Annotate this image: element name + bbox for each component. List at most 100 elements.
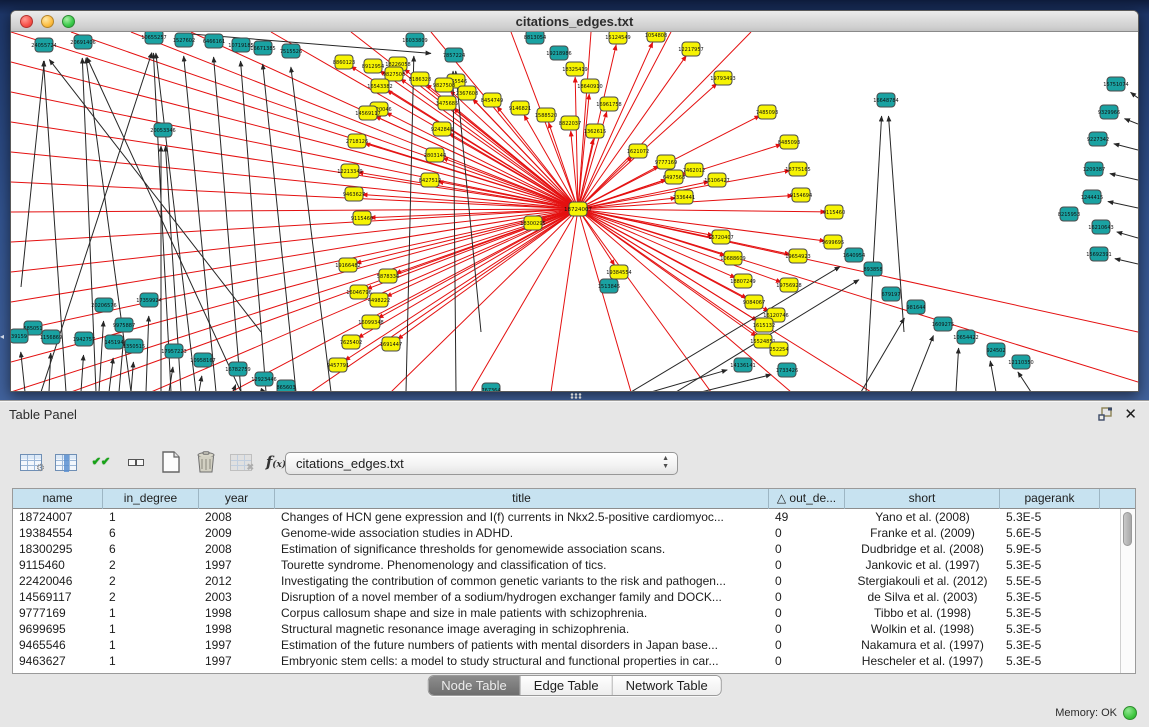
graph-node-label: 5878334 bbox=[377, 274, 399, 280]
cell-short: Tibbo et al. (1998) bbox=[845, 605, 1000, 621]
cell-in_degree: 6 bbox=[103, 525, 199, 541]
table-source-value: citations_edges.txt bbox=[296, 456, 404, 471]
graph-node-label: 3475685 bbox=[436, 101, 458, 107]
citation-edge-black bbox=[911, 336, 933, 392]
table-row[interactable]: 1872400712008Changes of HCN gene express… bbox=[13, 509, 1135, 525]
column-header-in_degree[interactable]: in_degree bbox=[103, 489, 199, 509]
rows-icon[interactable] bbox=[121, 448, 151, 476]
cell-short: Wolkin et al. (1998) bbox=[845, 621, 1000, 637]
graph-node-label: 16210643 bbox=[1088, 225, 1113, 231]
graph-node-label: 9146821 bbox=[509, 106, 531, 112]
citation-edge-black bbox=[199, 376, 202, 392]
network-graph[interactable]: 2405572420691406106552571527602646616110… bbox=[11, 32, 1138, 392]
panel-splitter-handle[interactable] bbox=[570, 393, 582, 399]
table-row[interactable]: 969969511998Structural magnetic resonanc… bbox=[13, 621, 1135, 637]
graph-node-label: 9975887 bbox=[113, 323, 135, 329]
column-header-out_degree[interactable]: △ out_de... bbox=[769, 489, 845, 509]
graph-node-label: 7857224 bbox=[443, 53, 465, 59]
graph-node-label: 145194 bbox=[104, 340, 123, 346]
scrollbar-thumb[interactable] bbox=[1123, 512, 1132, 546]
tab-node-table[interactable]: Node Table bbox=[428, 676, 521, 695]
cell-name: 18724007 bbox=[13, 509, 103, 525]
table-row[interactable]: 1456911722003Disruption of a novel membe… bbox=[13, 589, 1135, 605]
table-row[interactable]: 1830029562008Estimation of significance … bbox=[13, 541, 1135, 557]
citation-edge-red bbox=[578, 209, 631, 392]
citation-edge-black bbox=[1117, 232, 1138, 238]
memory-status[interactable]: Memory: OK bbox=[1055, 703, 1137, 723]
table-row[interactable]: 946554611997Estimation of the future num… bbox=[13, 637, 1135, 653]
column-header-short[interactable]: short bbox=[845, 489, 1000, 509]
cell-in_degree: 2 bbox=[103, 573, 199, 589]
cell-year: 1997 bbox=[199, 557, 275, 573]
citation-edge-black bbox=[1114, 144, 1138, 150]
memory-status-label: Memory: OK bbox=[1055, 707, 1117, 719]
network-canvas[interactable]: 2405572420691406106552571527602646616110… bbox=[11, 32, 1138, 392]
graph-node-label: 10958167 bbox=[190, 358, 215, 364]
citation-edge-black bbox=[866, 116, 882, 392]
cell-year: 1997 bbox=[199, 653, 275, 669]
cell-title: Corpus callosum shape and size in male p… bbox=[275, 605, 769, 621]
column-header-name[interactable]: name bbox=[13, 489, 103, 509]
graph-node-label: 12217957 bbox=[678, 47, 703, 53]
window-titlebar[interactable]: citations_edges.txt bbox=[11, 11, 1138, 32]
tab-network-table[interactable]: Network Table bbox=[613, 676, 721, 695]
cell-out_degree: 0 bbox=[769, 557, 845, 573]
cell-year: 2009 bbox=[199, 525, 275, 541]
table-row[interactable]: 977716911998Corpus callosum shape and si… bbox=[13, 605, 1135, 621]
citation-edge-black bbox=[263, 64, 296, 392]
graph-node-label: 9115460 bbox=[823, 210, 845, 216]
cell-name: 22420046 bbox=[13, 573, 103, 589]
graph-node-label: 7462012 bbox=[683, 168, 705, 174]
graph-node-label: 16648784 bbox=[873, 98, 898, 104]
graph-node-label: 39159 bbox=[11, 334, 27, 340]
citation-edge-red bbox=[11, 209, 578, 212]
citation-edge-black bbox=[1018, 372, 1031, 392]
close-panel-icon[interactable]: ✕ bbox=[1124, 405, 1137, 423]
citation-edge-red bbox=[578, 209, 826, 212]
graph-node-label: 19166482 bbox=[335, 263, 360, 269]
delete-table-icon: ✖ bbox=[226, 448, 256, 476]
table-row[interactable]: 911546021997Tourette syndrome. Phenomeno… bbox=[13, 557, 1135, 573]
vertical-scrollbar[interactable] bbox=[1120, 509, 1135, 673]
graph-node-label: 15692391 bbox=[1086, 252, 1111, 258]
trash-icon[interactable] bbox=[191, 448, 221, 476]
application-desktop: citations_edges.txt 24055724206914061065… bbox=[0, 0, 1149, 727]
table-panel: Table Panel ✕ ⚙ ✔✔ bbox=[0, 400, 1149, 727]
citation-edge-red bbox=[131, 32, 578, 209]
graph-node-label: 9463627 bbox=[343, 192, 365, 198]
cell-out_degree: 0 bbox=[769, 637, 845, 653]
citation-edge-red bbox=[11, 152, 578, 209]
column-header-pagerank[interactable]: pagerank bbox=[1000, 489, 1100, 509]
table-settings-icon[interactable]: ⚙ bbox=[16, 448, 46, 476]
graph-node-label: 8186328 bbox=[409, 77, 431, 83]
citation-edge-black bbox=[956, 348, 959, 392]
column-header-title[interactable]: title bbox=[275, 489, 769, 509]
table-row[interactable]: 1938455462009Genome-wide association stu… bbox=[13, 525, 1135, 541]
select-all-checks-icon[interactable]: ✔✔ bbox=[86, 448, 116, 476]
float-window-icon[interactable] bbox=[1098, 407, 1113, 421]
graph-node-label: 2367608 bbox=[456, 91, 478, 97]
new-file-icon[interactable] bbox=[156, 448, 186, 476]
citation-edge-red bbox=[578, 209, 711, 392]
citation-edge-black bbox=[861, 318, 904, 392]
cell-title: Embryonic stem cells: a model to study s… bbox=[275, 653, 769, 669]
show-columns-icon[interactable] bbox=[51, 448, 81, 476]
graph-node-label: 9699695 bbox=[822, 240, 844, 246]
table-row[interactable]: 946362711997Embryonic stem cells: a mode… bbox=[13, 653, 1135, 669]
cell-pagerank: 5.3E-5 bbox=[1000, 621, 1100, 637]
graph-node-label: 1615132 bbox=[753, 323, 775, 329]
cell-pagerank: 5.3E-5 bbox=[1000, 589, 1100, 605]
graph-node-label: 8912954 bbox=[362, 64, 384, 70]
collapsed-side-panel-arrow[interactable]: ◂ bbox=[0, 330, 7, 343]
table-source-select[interactable]: citations_edges.txt ▲▼ bbox=[285, 452, 678, 475]
graph-node-label: 16033809 bbox=[402, 38, 427, 44]
cell-pagerank: 5.6E-5 bbox=[1000, 525, 1100, 541]
tab-edge-table[interactable]: Edge Table bbox=[521, 676, 613, 695]
citation-edge-red bbox=[471, 209, 578, 392]
table-row[interactable]: 2242004622012Investigating the contribut… bbox=[13, 573, 1135, 589]
column-header-year[interactable]: year bbox=[199, 489, 275, 509]
graph-node-label: 1588520 bbox=[535, 113, 557, 119]
column-header-filler bbox=[1100, 489, 1135, 509]
graph-node-label: 8822037 bbox=[559, 121, 581, 127]
cell-year: 1997 bbox=[199, 637, 275, 653]
